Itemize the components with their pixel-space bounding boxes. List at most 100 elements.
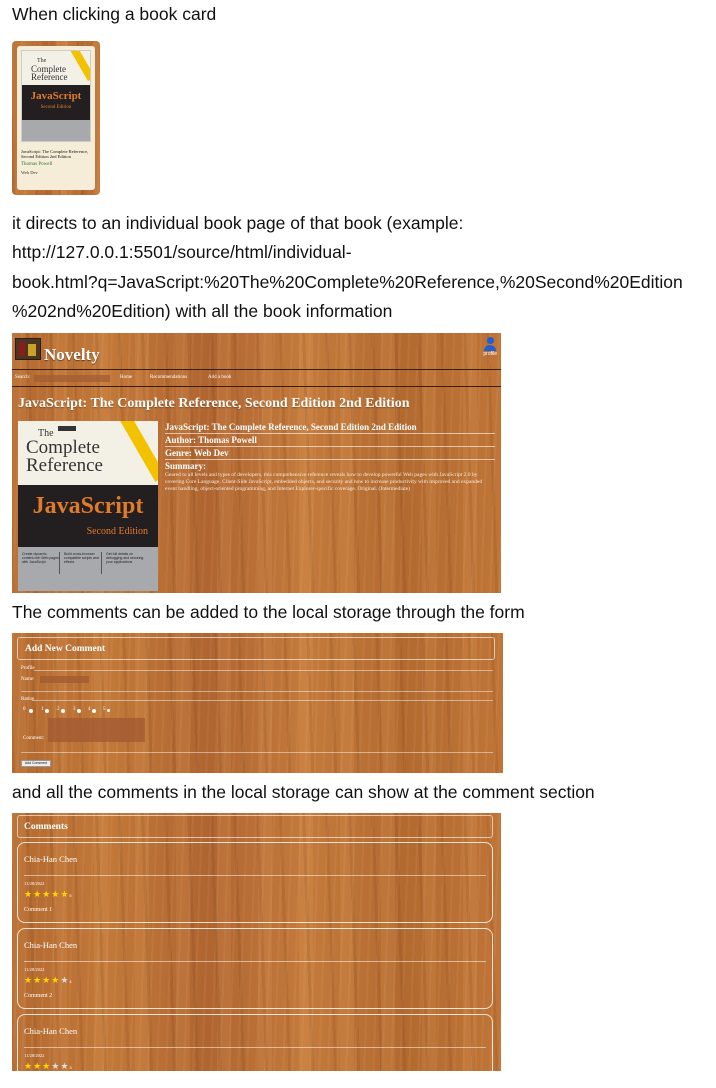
comment-date: 11/28/2022: [24, 881, 45, 886]
navbar: Search: Home Recommendations Add a book: [12, 369, 501, 387]
search-label: Search:: [15, 375, 30, 380]
rating-option-0-label: 0: [23, 707, 26, 712]
star-filled-icon: ★: [24, 975, 34, 985]
rating-radio-3[interactable]: [77, 709, 81, 713]
site-header: Novelty profile: [12, 333, 501, 369]
paragraph-comment-form: The comments can be added to the local s…: [12, 602, 525, 622]
cover-band: JavaScript Second Edition: [18, 485, 158, 547]
star-rating-icon: ★★★★★5: [24, 889, 72, 900]
cover-reference: Reference: [31, 72, 68, 82]
cover-edition: Second Edition: [86, 526, 148, 537]
star-filled-icon: ★: [51, 889, 61, 899]
cover-edition: Second Edition: [40, 105, 72, 110]
comment-textarea[interactable]: [48, 718, 145, 742]
paragraph-book-card-intro: When clicking a book card: [12, 4, 217, 24]
site-name[interactable]: Novelty: [44, 345, 100, 365]
rating-radio-2[interactable]: [61, 709, 65, 713]
star-filled-icon: ★: [42, 1061, 52, 1071]
info-author: Author: Thomas Powell: [165, 434, 495, 447]
cover-feature-2: Build cross-browser compatible scripts a…: [64, 552, 102, 574]
rating-radio-1[interactable]: [45, 709, 49, 713]
rating-fieldset-line: [34, 700, 493, 701]
rating-radio-0[interactable]: [29, 709, 33, 713]
rating-option-4-label: 4: [88, 707, 91, 712]
book-info: JavaScript: The Complete Reference, Seco…: [165, 421, 495, 493]
rating-value: 3: [69, 1065, 72, 1070]
cover-footer: [22, 120, 90, 141]
comment-divider: [24, 875, 486, 876]
comments-header: Comments: [17, 815, 493, 838]
comment-author: Chia-Han Chen: [24, 940, 78, 950]
cover-js: JavaScript: [32, 493, 144, 519]
rating-option-5-label: 5: [103, 707, 106, 712]
name-label: Name:: [21, 677, 35, 682]
comment-text: Comment 1: [24, 907, 53, 913]
comment-text: Comment 2: [24, 993, 53, 999]
paragraph-line-3: book.html?q=JavaScript:%20The%20Complete…: [12, 272, 683, 292]
star-rating-icon: ★★★★★4: [24, 975, 72, 986]
star-filled-icon: ★: [33, 889, 43, 899]
info-title: JavaScript: The Complete Reference, Seco…: [165, 421, 495, 434]
comments-screenshot: Comments Chia-Han Chen 11/28/2022 ★★★★★5…: [12, 813, 501, 1071]
add-comment-button[interactable]: Add Comment: [21, 760, 51, 767]
comment-author: Chia-Han Chen: [24, 854, 78, 864]
form-title: Add New Comment: [17, 637, 495, 660]
info-summary-label: Summary:: [165, 461, 206, 471]
cover-band: JavaScript Second Edition: [22, 85, 90, 120]
nav-add-book[interactable]: Add a book: [208, 375, 231, 380]
star-filled-icon: ★: [42, 975, 52, 985]
rating-value: 5: [69, 893, 72, 898]
star-filled-icon: ★: [33, 1061, 43, 1071]
search-input[interactable]: [34, 375, 110, 382]
rating-radio-4[interactable]: [92, 709, 96, 713]
publisher-logo-icon: [58, 426, 76, 431]
profile-legend: Profile: [21, 666, 35, 671]
paragraph-line-2: http://127.0.0.1:5501/source/html/indivi…: [12, 242, 352, 262]
info-summary: Geared to all levels and types of develo…: [165, 472, 483, 492]
book-card-title: JavaScript: The Complete Reference, Seco…: [21, 149, 89, 159]
book-cover-image: The Complete Reference JavaScript Second…: [18, 421, 158, 591]
user-icon: [486, 337, 494, 344]
comment-fieldset-bottom: [21, 752, 493, 753]
comment-date: 11/28/2022: [24, 1053, 45, 1058]
book-card-cover: The Complete Reference JavaScript Second…: [21, 50, 91, 142]
book-page-screenshot: Novelty profile Search: Home Recommendat…: [12, 333, 501, 593]
comment-card: Chia-Han Chen 11/28/2022 ★★★★★3: [17, 1014, 493, 1071]
cover-reference: Reference: [26, 455, 103, 476]
book-card-genre: Web Dev: [21, 170, 38, 175]
profile-fieldset-bottom: [21, 691, 493, 692]
profile-button[interactable]: profile: [483, 337, 497, 357]
rating-option-3-label: 3: [73, 707, 76, 712]
logo-icon[interactable]: [15, 338, 41, 360]
star-rating-icon: ★★★★★3: [24, 1061, 72, 1071]
profile-label: profile: [483, 351, 497, 357]
comment-divider: [24, 1047, 486, 1048]
star-filled-icon: ★: [33, 975, 43, 985]
comment-divider: [24, 961, 486, 962]
book-card[interactable]: The Complete Reference JavaScript Second…: [12, 41, 100, 195]
cover-js: JavaScript: [30, 90, 82, 102]
rating-radio-5[interactable]: [107, 709, 110, 712]
name-input[interactable]: [40, 676, 89, 683]
paragraph-line-4: %202nd%20Edition) with all the book info…: [12, 301, 393, 321]
nav-recommendations[interactable]: Recommendations: [150, 375, 187, 380]
rating-legend: Rating: [21, 697, 35, 702]
star-filled-icon: ★: [42, 889, 52, 899]
cover-feature-1: Create dynamic, content-rich Web pages w…: [22, 552, 60, 574]
page-title: JavaScript: The Complete Reference, Seco…: [18, 396, 410, 411]
profile-fieldset-line: [34, 670, 493, 671]
rating-option-2-label: 2: [57, 707, 60, 712]
nav-home[interactable]: Home: [120, 375, 132, 380]
paragraph-comment-section: and all the comments in the local storag…: [12, 782, 595, 802]
rating-value: 4: [69, 979, 72, 984]
paragraph-line-1: it directs to an individual book page of…: [12, 213, 464, 233]
star-filled-icon: ★: [24, 889, 34, 899]
comment-card: Chia-Han Chen 11/28/2022 ★★★★★4 Comment …: [17, 928, 493, 1009]
cover-feature-3: Get full details on debugging and securi…: [106, 552, 144, 564]
comment-label: Comment:: [23, 736, 45, 741]
star-filled-icon: ★: [51, 975, 61, 985]
comment-form-screenshot: Add New Comment Profile Name: Rating 0 1…: [12, 633, 503, 773]
book-card-author: Thomas Powell: [21, 162, 53, 167]
star-empty-icon: ★: [51, 1061, 61, 1071]
comment-author: Chia-Han Chen: [24, 1026, 78, 1036]
